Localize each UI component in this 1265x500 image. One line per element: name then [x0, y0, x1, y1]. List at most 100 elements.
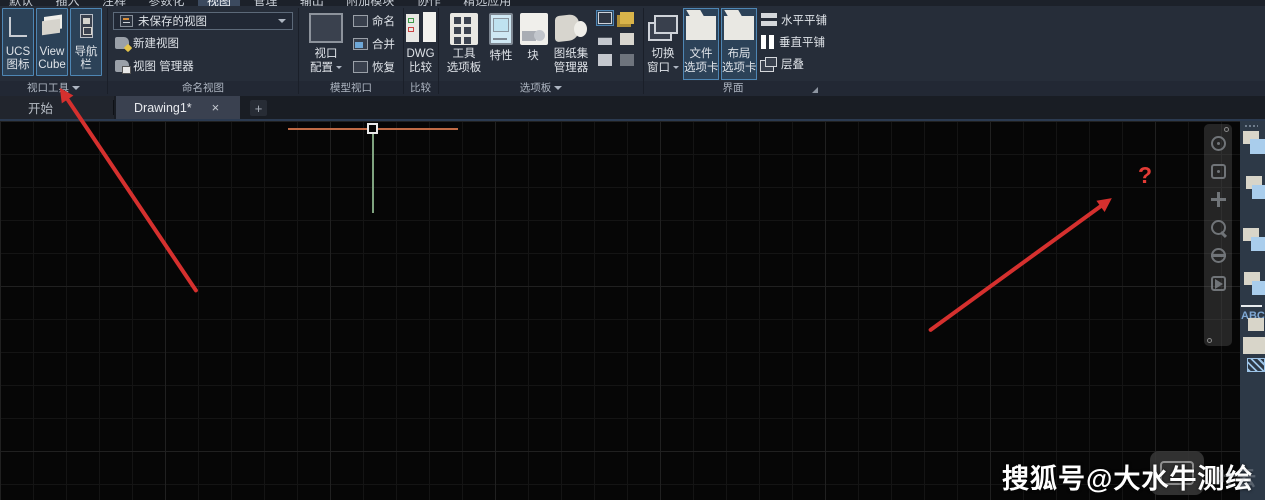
- viewport-join-button[interactable]: 合并: [353, 36, 395, 52]
- named-view-dropdown[interactable]: 未保存的视图: [113, 12, 293, 30]
- chevron-down-icon: [72, 86, 80, 90]
- cascade-button[interactable]: 层叠: [761, 56, 804, 72]
- viewcube-label-line1: View: [37, 46, 67, 59]
- block-thumbnail[interactable]: [1252, 185, 1265, 199]
- viewport-restore-button[interactable]: 恢复: [353, 59, 395, 75]
- tile-horizontally-label: 水平平铺: [781, 12, 827, 28]
- hatch-thumbnail[interactable]: [1247, 358, 1265, 372]
- panel-named-views: 未保存的视图 新建视图 视图 管理器 命名视图: [108, 6, 298, 96]
- palette-grip-icon[interactable]: [1244, 124, 1258, 128]
- drawing-canvas[interactable]: ? ABC: [0, 121, 1265, 500]
- block-thumbnail[interactable]: [1243, 337, 1265, 354]
- file-tabs-toggle-button[interactable]: 文件 选项卡: [683, 8, 719, 80]
- tile-horizontally-button[interactable]: 水平平铺: [761, 12, 827, 28]
- viewport-named-label: 命名: [372, 13, 395, 29]
- plot-preview-button[interactable]: [596, 31, 614, 47]
- drawing-tab-label: Drawing1*: [134, 101, 192, 115]
- viewport-join-icon: [353, 38, 368, 50]
- clipboard-button[interactable]: [618, 52, 636, 68]
- named-views-panel-label: 命名视图: [108, 81, 298, 96]
- annotation-arrow-right: [928, 197, 1113, 333]
- orbit-icon[interactable]: [1210, 247, 1227, 264]
- new-drawing-tab-button[interactable]: +: [250, 100, 267, 116]
- autocad-window: 默认 插入 注释 参数化 视图 管理 输出 附加模块 协作 精选应用 UCS 图…: [0, 0, 1265, 500]
- showmotion-icon[interactable]: [1210, 275, 1227, 292]
- ucs-icon-toggle-button[interactable]: UCS 图标: [2, 8, 34, 76]
- panel-expand-icon[interactable]: [812, 87, 818, 93]
- viewport-restore-label: 恢复: [372, 59, 395, 75]
- sheet-set-line1: 图纸集: [550, 48, 592, 62]
- quick-calc-button[interactable]: [618, 31, 636, 47]
- annotation-question-mark: ?: [1138, 162, 1152, 189]
- viewport-tools-panel-label[interactable]: 视口工具: [0, 81, 107, 96]
- palettes-panel-label[interactable]: 选项板: [439, 81, 643, 96]
- new-view-button[interactable]: 新建视图: [115, 35, 179, 51]
- view-manager-button[interactable]: 视图 管理器: [115, 58, 194, 74]
- start-file-tab[interactable]: 开始: [0, 96, 114, 119]
- chevron-down-icon: [673, 66, 679, 69]
- sheet-set-manager-button[interactable]: 图纸集 管理器: [549, 8, 593, 80]
- vp-config-line1: 视口: [304, 48, 348, 62]
- block-thumbnail[interactable]: [1250, 139, 1265, 154]
- drawing1-file-tab[interactable]: Drawing1* ×: [116, 96, 240, 119]
- compare-panel-label: 比较: [404, 81, 437, 96]
- navigation-bar-toggle-button[interactable]: 导航栏: [70, 8, 102, 76]
- switch-windows-icon: [648, 15, 678, 41]
- markup-notes-button[interactable]: [618, 10, 636, 26]
- switch-windows-line2: 窗口: [647, 62, 670, 74]
- command-line-toggle-button[interactable]: [596, 10, 614, 26]
- chevron-down-icon: [336, 66, 342, 69]
- file-tabs-line1: 文件: [684, 48, 718, 62]
- dwg-compare-icon: [406, 12, 436, 46]
- dwg-compare-line2: 比较: [405, 62, 436, 76]
- tool-palette-strip[interactable]: ABC: [1240, 121, 1265, 500]
- tool-palettes-line1: 工具: [445, 48, 483, 62]
- pan-icon[interactable]: [1210, 191, 1227, 208]
- navbar-close-icon[interactable]: [1224, 127, 1229, 132]
- ribbon-body: UCS 图标 View Cube 导航栏: [0, 6, 1265, 96]
- tool-palettes-icon: [450, 13, 478, 45]
- layout-tabs-toggle-button[interactable]: 布局 选项卡: [721, 8, 757, 80]
- layout-tabs-icon: [724, 16, 754, 40]
- dwg-compare-line1: DWG: [405, 48, 436, 62]
- viewport-named-icon: [353, 15, 368, 27]
- start-tab-label: 开始: [28, 98, 53, 117]
- tool-palettes-button[interactable]: 工具 选项板: [444, 8, 484, 80]
- full-navigation-wheel-icon[interactable]: [1210, 135, 1227, 152]
- tile-vertically-button[interactable]: 垂直平铺: [761, 34, 825, 50]
- viewport-named-button[interactable]: 命名: [353, 13, 395, 29]
- panel-interface: 切换 窗口 文件 选项卡 布局 选项卡: [644, 6, 822, 96]
- block-thumbnail[interactable]: [1251, 237, 1265, 251]
- viewport-configuration-button[interactable]: 视口 配置: [303, 8, 349, 80]
- ucs-label-line1: UCS: [3, 46, 33, 59]
- viewport-restore-icon: [353, 61, 368, 73]
- crosshair-y-axis: [372, 131, 374, 213]
- navbar-customize-icon[interactable]: [1207, 338, 1212, 343]
- properties-button[interactable]: 特性: [487, 8, 515, 80]
- viewport-configuration-icon: [309, 13, 343, 43]
- switch-windows-button[interactable]: 切换 窗口: [645, 8, 681, 80]
- palette-divider: [1241, 305, 1262, 307]
- sheet-list-button[interactable]: [596, 52, 614, 68]
- view-cube-icon: [39, 14, 65, 38]
- dwg-compare-button[interactable]: DWG 比较: [404, 8, 437, 80]
- viewcube-label-line2: Cube: [37, 59, 67, 72]
- properties-icon: [489, 13, 513, 45]
- block-thumbnail[interactable]: [1248, 318, 1264, 331]
- navigation-bar-icon: [80, 14, 93, 38]
- interface-panel-label: 界面: [644, 81, 822, 96]
- blocks-button[interactable]: 块: [519, 8, 547, 80]
- wheel-menu-icon[interactable]: [1210, 163, 1227, 180]
- watermark-faint-text: 叶云: [1216, 462, 1256, 491]
- file-tabs-icon: [686, 16, 716, 40]
- block-thumbnail[interactable]: [1252, 281, 1265, 295]
- close-icon[interactable]: ×: [212, 100, 220, 115]
- file-tabs-line2: 选项卡: [684, 62, 718, 76]
- panel-compare: DWG 比较 比较: [404, 6, 437, 96]
- view-manager-label: 视图 管理器: [133, 58, 194, 74]
- navigation-bar: [1204, 124, 1232, 346]
- viewcube-toggle-button[interactable]: View Cube: [36, 8, 68, 76]
- tool-palettes-line2: 选项板: [445, 62, 483, 76]
- model-viewports-panel-label: 模型视口: [299, 81, 403, 96]
- zoom-icon[interactable]: [1210, 219, 1227, 236]
